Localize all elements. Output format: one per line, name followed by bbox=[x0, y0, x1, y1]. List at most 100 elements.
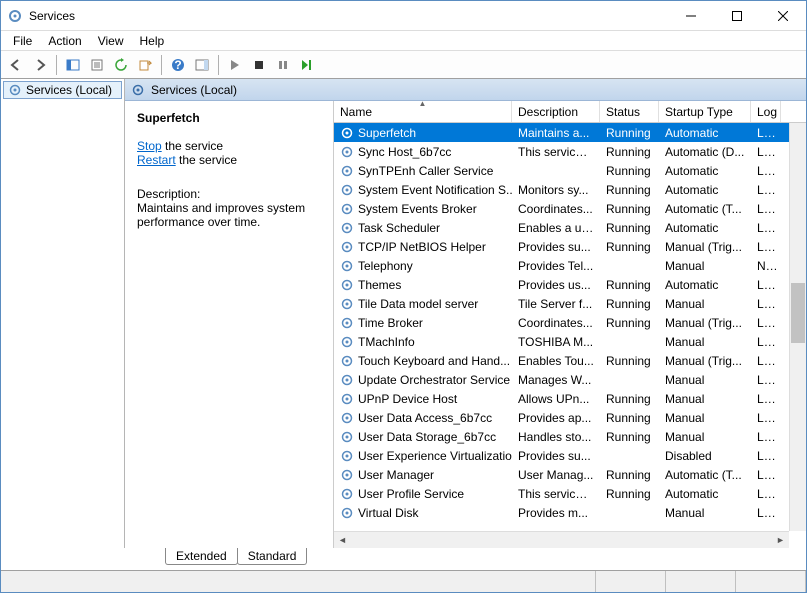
horizontal-scrollbar[interactable]: ◄ ► bbox=[334, 531, 789, 548]
service-row[interactable]: SuperfetchMaintains a...RunningAutomatic… bbox=[334, 123, 806, 142]
service-status: Running bbox=[600, 278, 659, 292]
restart-service-button[interactable] bbox=[296, 54, 318, 76]
export-list-button[interactable] bbox=[134, 54, 156, 76]
service-row[interactable]: UPnP Device HostAllows UPn...RunningManu… bbox=[334, 389, 806, 408]
service-description: TOSHIBA M... bbox=[512, 335, 600, 349]
service-row[interactable]: Touch Keyboard and Hand...Enables Tou...… bbox=[334, 351, 806, 370]
forward-button[interactable] bbox=[29, 54, 51, 76]
toolbar-separator bbox=[218, 55, 219, 75]
service-status: Running bbox=[600, 240, 659, 254]
service-name: Tile Data model server bbox=[358, 297, 478, 311]
service-row[interactable]: Time BrokerCoordinates...RunningManual (… bbox=[334, 313, 806, 332]
menu-help[interactable]: Help bbox=[132, 32, 173, 50]
properties-button[interactable] bbox=[86, 54, 108, 76]
service-row[interactable]: TCP/IP NetBIOS HelperProvides su...Runni… bbox=[334, 237, 806, 256]
service-name: User Experience Virtualizatio... bbox=[358, 449, 512, 463]
list-rows[interactable]: SuperfetchMaintains a...RunningAutomatic… bbox=[334, 123, 806, 548]
restart-service-line: Restart the service bbox=[137, 153, 321, 167]
service-row[interactable]: System Event Notification S...Monitors s… bbox=[334, 180, 806, 199]
menu-view[interactable]: View bbox=[90, 32, 132, 50]
menubar: File Action View Help bbox=[1, 31, 806, 51]
service-row[interactable]: User Profile ServiceThis service ...Runn… bbox=[334, 484, 806, 503]
service-description: Manages W... bbox=[512, 373, 600, 387]
service-description: User Manag... bbox=[512, 468, 600, 482]
body: Services (Local) Services (Local) Superf… bbox=[1, 79, 806, 548]
action-pane-button[interactable] bbox=[191, 54, 213, 76]
service-row[interactable]: User Data Access_6b7ccProvides ap...Runn… bbox=[334, 408, 806, 427]
service-row[interactable]: Task SchedulerEnables a us...RunningAuto… bbox=[334, 218, 806, 237]
help-button[interactable]: ? bbox=[167, 54, 189, 76]
service-name: SynTPEnh Caller Service bbox=[358, 164, 493, 178]
maximize-button[interactable] bbox=[714, 1, 760, 31]
service-startup-type: Automatic (T... bbox=[659, 468, 751, 482]
scroll-left-arrow-icon[interactable]: ◄ bbox=[334, 532, 351, 548]
column-header-status[interactable]: Status bbox=[600, 101, 659, 122]
column-header-name[interactable]: Name▲ bbox=[334, 101, 512, 122]
service-row[interactable]: User Data Storage_6b7ccHandles sto...Run… bbox=[334, 427, 806, 446]
service-logon: Loc bbox=[751, 373, 781, 387]
service-description: Coordinates... bbox=[512, 316, 600, 330]
refresh-button[interactable] bbox=[110, 54, 132, 76]
service-row[interactable]: TMachInfoTOSHIBA M...ManualLoc bbox=[334, 332, 806, 351]
menu-action[interactable]: Action bbox=[40, 32, 89, 50]
extended-info-pane: Superfetch Stop the service Restart the … bbox=[125, 101, 333, 548]
service-startup-type: Automatic bbox=[659, 278, 751, 292]
column-header-logon[interactable]: Log bbox=[751, 101, 781, 122]
service-row[interactable]: User ManagerUser Manag...RunningAutomati… bbox=[334, 465, 806, 484]
service-row[interactable]: Virtual DiskProvides m...ManualLoc bbox=[334, 503, 806, 522]
service-logon: Loc bbox=[751, 164, 781, 178]
service-status: Running bbox=[600, 411, 659, 425]
service-name: User Data Access_6b7cc bbox=[358, 411, 492, 425]
service-icon bbox=[340, 506, 354, 520]
menu-file[interactable]: File bbox=[5, 32, 40, 50]
service-row[interactable]: SynTPEnh Caller ServiceRunningAutomaticL… bbox=[334, 161, 806, 180]
services-list: Name▲ Description Status Startup Type Lo… bbox=[333, 101, 806, 548]
start-service-button[interactable] bbox=[224, 54, 246, 76]
service-row[interactable]: Sync Host_6b7ccThis service ...RunningAu… bbox=[334, 142, 806, 161]
service-row[interactable]: Update Orchestrator ServiceManages W...M… bbox=[334, 370, 806, 389]
service-logon: Net bbox=[751, 259, 781, 273]
column-header-startup-type[interactable]: Startup Type bbox=[659, 101, 751, 122]
service-icon bbox=[340, 202, 354, 216]
back-button[interactable] bbox=[5, 54, 27, 76]
service-row[interactable]: System Events BrokerCoordinates...Runnin… bbox=[334, 199, 806, 218]
service-icon bbox=[340, 316, 354, 330]
service-icon bbox=[340, 468, 354, 482]
service-icon bbox=[340, 221, 354, 235]
service-description: Provides us... bbox=[512, 278, 600, 292]
toolbar-separator bbox=[56, 55, 57, 75]
service-row[interactable]: TelephonyProvides Tel...ManualNet bbox=[334, 256, 806, 275]
service-logon: Loc bbox=[751, 487, 781, 501]
service-startup-type: Manual bbox=[659, 373, 751, 387]
service-row[interactable]: Tile Data model serverTile Server f...Ru… bbox=[334, 294, 806, 313]
description-label: Description: bbox=[137, 187, 321, 201]
tab-standard[interactable]: Standard bbox=[237, 548, 308, 565]
stop-service-button[interactable] bbox=[248, 54, 270, 76]
service-icon bbox=[340, 297, 354, 311]
scrollbar-thumb[interactable] bbox=[791, 283, 805, 343]
close-button[interactable] bbox=[760, 1, 806, 31]
description-text: Maintains and improves system performanc… bbox=[137, 201, 321, 229]
show-hide-console-tree-button[interactable] bbox=[62, 54, 84, 76]
service-row[interactable]: ThemesProvides us...RunningAutomaticLoc bbox=[334, 275, 806, 294]
restart-service-link[interactable]: Restart bbox=[137, 153, 176, 167]
service-logon: Loc bbox=[751, 335, 781, 349]
app-icon bbox=[7, 8, 23, 24]
service-description: Tile Server f... bbox=[512, 297, 600, 311]
svg-text:?: ? bbox=[174, 58, 181, 72]
tree-node-services-local[interactable]: Services (Local) bbox=[3, 81, 122, 99]
vertical-scrollbar[interactable] bbox=[789, 123, 806, 531]
service-icon bbox=[340, 240, 354, 254]
minimize-button[interactable] bbox=[668, 1, 714, 31]
scroll-right-arrow-icon[interactable]: ► bbox=[772, 532, 789, 548]
stop-service-link[interactable]: Stop bbox=[137, 139, 162, 153]
service-icon bbox=[340, 449, 354, 463]
service-status: Running bbox=[600, 164, 659, 178]
column-header-description[interactable]: Description bbox=[512, 101, 600, 122]
services-icon bbox=[131, 83, 145, 97]
tab-extended[interactable]: Extended bbox=[165, 548, 238, 565]
pause-service-button[interactable] bbox=[272, 54, 294, 76]
service-startup-type: Disabled bbox=[659, 449, 751, 463]
service-row[interactable]: User Experience Virtualizatio...Provides… bbox=[334, 446, 806, 465]
stop-service-line: Stop the service bbox=[137, 139, 321, 153]
